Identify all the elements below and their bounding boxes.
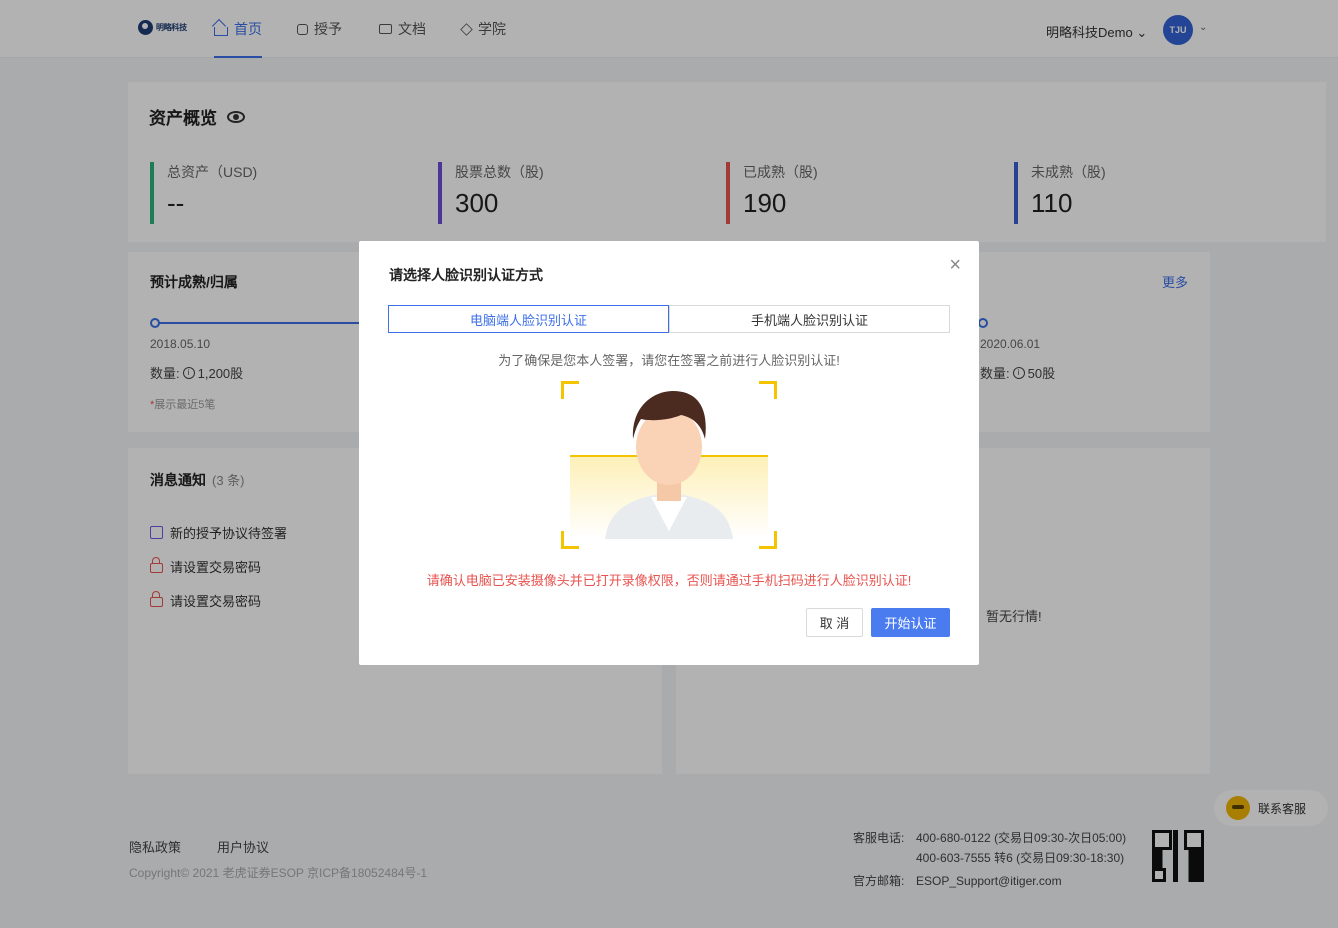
auth-method-tabs: 电脑端人脸识别认证 手机端人脸识别认证 (388, 305, 950, 333)
start-auth-button[interactable]: 开始认证 (871, 608, 950, 637)
modal-tip: 为了确保是您本人签署，请您在签署之前进行人脸识别认证! (498, 353, 840, 368)
person-avatar-icon (605, 391, 733, 539)
modal-warning: 请确认电脑已安装摄像头并已打开录像权限，否则请通过手机扫码进行人脸识别认证! (426, 573, 912, 588)
tab-mobile-face-auth[interactable]: 手机端人脸识别认证 (669, 305, 950, 333)
close-icon[interactable]: × (949, 255, 961, 275)
face-auth-modal: 请选择人脸识别认证方式 × 电脑端人脸识别认证 手机端人脸识别认证 为了确保是您… (359, 241, 979, 665)
modal-title: 请选择人脸识别认证方式 (389, 267, 543, 283)
cancel-button[interactable]: 取 消 (806, 608, 863, 637)
tab-pc-face-auth[interactable]: 电脑端人脸识别认证 (388, 305, 669, 333)
face-scan-area (561, 381, 777, 549)
